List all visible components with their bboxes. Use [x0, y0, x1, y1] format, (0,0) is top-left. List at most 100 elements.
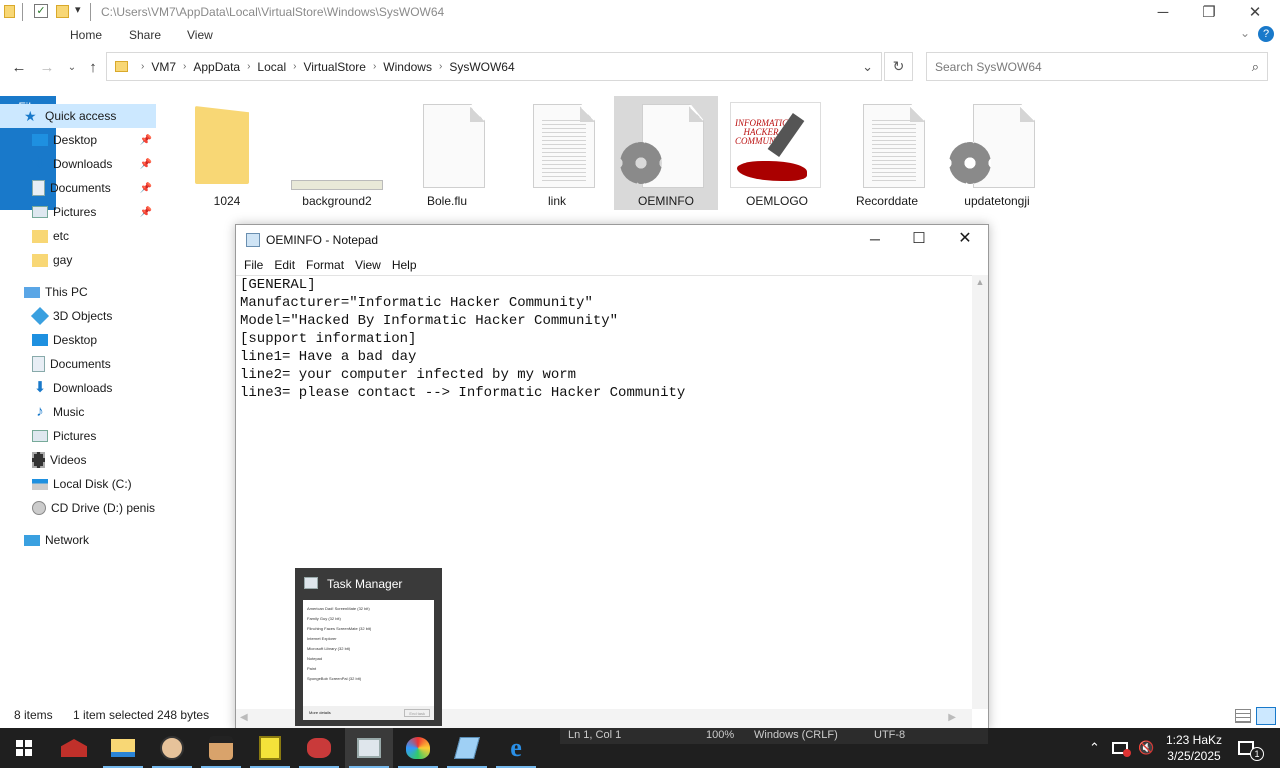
window-title: C:\Users\VM7\AppData\Local\VirtualStore\…: [101, 5, 445, 19]
file-item[interactable]: updatetongji: [945, 96, 1049, 210]
taskbar-flinching-faces[interactable]: [295, 728, 343, 768]
file-item[interactable]: INFORMATIC HACKER COMMUNITY OEMLOGO: [725, 96, 829, 210]
taskbar-file-explorer[interactable]: [99, 728, 147, 768]
forward-button[interactable]: →: [36, 56, 58, 78]
sidebar-item-pictures[interactable]: Pictures 📌: [0, 200, 156, 224]
notepad-title-bar[interactable]: OEMINFO - Notepad ─ ☐ ✕: [236, 225, 988, 255]
large-icons-view-icon[interactable]: [1256, 707, 1276, 725]
minimize-button[interactable]: ─: [1140, 0, 1186, 24]
sidebar-item-pc-documents[interactable]: Documents: [0, 352, 156, 376]
sidebar-item-gay[interactable]: gay: [0, 248, 156, 272]
sidebar-item-etc[interactable]: etc: [0, 224, 156, 248]
sidebar-item-quick-access[interactable]: ★ Quick access: [0, 104, 156, 128]
recent-locations-button[interactable]: ⌄: [61, 56, 83, 78]
details-view-icon[interactable]: [1235, 709, 1251, 723]
sidebar-item-downloads[interactable]: ⬇ Downloads 📌: [0, 152, 156, 176]
scroll-up-icon[interactable]: ▲: [972, 277, 988, 287]
menu-view[interactable]: View: [355, 258, 381, 272]
menu-help[interactable]: Help: [392, 258, 417, 272]
scroll-right-icon[interactable]: ▶: [948, 712, 956, 723]
sidebar-item-3d-objects[interactable]: 3D Objects: [0, 304, 156, 328]
breadcrumb-vm7[interactable]: VM7: [151, 60, 176, 74]
notepad-minimize-button[interactable]: ─: [852, 225, 898, 255]
chevron-down-icon[interactable]: ⌄: [862, 59, 873, 75]
preview-row: Notepad: [307, 656, 323, 661]
notepad-close-button[interactable]: ✕: [942, 225, 988, 255]
sidebar-item-label: Pictures: [53, 205, 97, 219]
back-button[interactable]: ←: [8, 56, 30, 78]
help-icon[interactable]: ?: [1258, 26, 1274, 42]
notepad-maximize-button[interactable]: ☐: [896, 225, 942, 255]
taskbar-app[interactable]: [50, 728, 98, 768]
breadcrumb-local[interactable]: Local: [257, 60, 286, 74]
taskbar-task-manager[interactable]: [345, 728, 393, 768]
sidebar-item-pc-desktop[interactable]: Desktop: [0, 328, 156, 352]
taskbar-american-dad[interactable]: [197, 728, 245, 768]
music-icon: ♪: [36, 403, 44, 420]
sidebar-item-this-pc[interactable]: This PC: [0, 280, 156, 304]
breadcrumb-appdata[interactable]: AppData: [193, 60, 240, 74]
vertical-scrollbar[interactable]: ▲: [972, 275, 988, 709]
file-item[interactable]: Bole.flu: [395, 96, 499, 210]
customize-quick-access-icon[interactable]: ▾: [75, 3, 81, 16]
image-thumbnail-icon: [291, 180, 383, 190]
computer-icon: [24, 286, 40, 298]
maximize-button[interactable]: ❐: [1186, 0, 1232, 24]
sidebar-item-desktop[interactable]: Desktop 📌: [0, 128, 156, 152]
file-item-selected[interactable]: OEMINFO: [614, 96, 718, 210]
sidebar-item-music[interactable]: ♪ Music: [0, 400, 156, 424]
folder-icon: [32, 229, 48, 243]
breadcrumb-syswow64[interactable]: SysWOW64: [449, 60, 514, 74]
sidebar-item-videos[interactable]: Videos: [0, 448, 156, 472]
menu-format[interactable]: Format: [306, 258, 344, 272]
internet-explorer-icon: e: [510, 733, 522, 762]
network-icon[interactable]: [1112, 728, 1131, 768]
start-button[interactable]: [0, 728, 48, 768]
refresh-button[interactable]: ↻: [884, 52, 913, 81]
breadcrumb-virtualstore[interactable]: VirtualStore: [303, 60, 365, 74]
scroll-left-icon[interactable]: ◀: [240, 712, 248, 723]
taskbar-notepad[interactable]: [443, 728, 491, 768]
sidebar-item-local-disk[interactable]: Local Disk (C:): [0, 472, 156, 496]
sidebar-item-pc-downloads[interactable]: ⬇ Downloads: [0, 376, 156, 400]
show-hidden-icons-icon[interactable]: ⌃: [1089, 728, 1100, 768]
action-center-button[interactable]: 1: [1238, 728, 1264, 768]
taskbar-family-guy[interactable]: [148, 728, 196, 768]
sidebar-item-documents[interactable]: Documents 📌: [0, 176, 156, 200]
file-item[interactable]: 1024: [175, 96, 279, 210]
address-bar[interactable]: › VM7 › AppData › Local › VirtualStore ›…: [106, 52, 882, 81]
sidebar-item-label: Documents: [50, 181, 111, 195]
task-manager-icon: [304, 577, 318, 589]
sidebar-item-label: etc: [53, 229, 70, 243]
sidebar-item-cd-drive[interactable]: CD Drive (D:) penis: [0, 496, 156, 520]
search-input[interactable]: Search SysWOW64 ⌕: [926, 52, 1268, 81]
clock[interactable]: 1:23 HaKz 3/25/2025: [1158, 728, 1230, 768]
expand-ribbon-icon[interactable]: ⌄: [1240, 26, 1250, 40]
tab-home[interactable]: Home: [56, 24, 116, 46]
up-button[interactable]: ↑: [82, 56, 104, 78]
sidebar-item-label: Documents: [50, 357, 111, 371]
file-item[interactable]: background2: [285, 96, 389, 210]
breadcrumb-windows[interactable]: Windows: [383, 60, 432, 74]
taskbar-spongebob[interactable]: [246, 728, 294, 768]
menu-file[interactable]: File: [244, 258, 263, 272]
properties-icon[interactable]: ✓: [34, 4, 48, 18]
volume-muted-icon[interactable]: 🔇: [1138, 728, 1154, 768]
taskbar-internet-explorer[interactable]: e: [492, 728, 540, 768]
sidebar-item-network[interactable]: Network: [0, 528, 156, 552]
sidebar-item-pc-pictures[interactable]: Pictures: [0, 424, 156, 448]
new-folder-icon[interactable]: [56, 5, 69, 18]
tab-view[interactable]: View: [173, 24, 227, 46]
sidebar-item-label: Network: [45, 533, 90, 547]
file-item[interactable]: Recorddate: [835, 96, 939, 210]
tab-share[interactable]: Share: [115, 24, 175, 46]
sidebar-item-label: CD Drive (D:) penis: [51, 501, 156, 515]
pin-icon: 📌: [139, 134, 152, 146]
close-button[interactable]: ✕: [1232, 0, 1278, 24]
taskbar-paint[interactable]: [394, 728, 442, 768]
task-manager-icon: [357, 738, 381, 758]
taskbar-preview[interactable]: Task Manager American Dad! ScreenMate (3…: [295, 568, 442, 726]
menu-edit[interactable]: Edit: [274, 258, 295, 272]
file-item[interactable]: link: [505, 96, 609, 210]
file-name: OEMLOGO: [745, 194, 808, 208]
